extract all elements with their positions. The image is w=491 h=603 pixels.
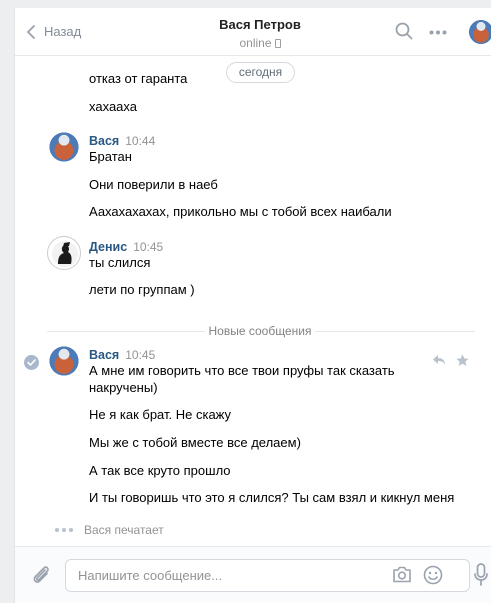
avatar[interactable] — [47, 344, 81, 378]
message-text: Не я как брат. Не скажу — [89, 407, 232, 422]
message-author: Вася 10:45 — [89, 348, 156, 362]
mobile-icon — [274, 39, 281, 48]
message-time: 10:45 — [133, 240, 164, 254]
back-label: Назад — [44, 24, 82, 39]
typing-indicator: Вася печатает — [55, 523, 164, 537]
message-text: лети по группам ) — [89, 282, 195, 297]
divider-line — [315, 331, 475, 332]
reply-icon[interactable] — [432, 354, 446, 366]
divider-line — [47, 331, 207, 332]
message-composer — [15, 546, 491, 603]
chat-header: Назад Вася Петров online — [15, 8, 491, 56]
emoji-icon[interactable] — [423, 565, 443, 585]
more-icon[interactable] — [429, 30, 447, 35]
message-text: отказ от гаранта — [89, 71, 188, 86]
avatar[interactable] — [47, 130, 81, 164]
chat-window: Назад Вася Петров online сегодня отказ о… — [14, 8, 491, 603]
typing-dots-icon — [55, 528, 73, 532]
message-author: Вася 10:44 — [89, 134, 156, 148]
camera-icon[interactable] — [392, 566, 412, 583]
header-avatar[interactable] — [467, 18, 491, 46]
message-text: Братан — [89, 149, 132, 164]
back-button[interactable]: Назад — [27, 24, 81, 39]
online-status: online — [165, 36, 355, 50]
message-text: Аахахахахах, прикольно мы с тобой всех н… — [89, 204, 392, 219]
search-icon[interactable] — [395, 22, 413, 40]
message-text: Они поверили в наеб — [89, 177, 218, 192]
message-text: хахааха — [89, 99, 137, 114]
message-text: И ты говоришь что это я слился? Ты сам в… — [89, 490, 455, 505]
star-icon[interactable] — [456, 354, 469, 367]
message-time: 10:44 — [125, 134, 156, 148]
message-text: Мы же с тобой вместе все делаем) — [89, 435, 301, 450]
chat-title[interactable]: Вася Петров — [165, 17, 355, 32]
message-time: 10:45 — [125, 348, 156, 362]
avatar[interactable] — [47, 236, 81, 270]
date-separator: сегодня — [226, 62, 295, 83]
attach-icon[interactable] — [31, 564, 51, 586]
microphone-icon[interactable] — [474, 563, 488, 587]
message-text: ты слился — [89, 255, 151, 270]
message-text: А мне им говорить что все твои пруфы так… — [89, 363, 395, 378]
silhouette-icon — [52, 241, 78, 267]
message-author: Денис 10:45 — [89, 240, 164, 254]
check-icon[interactable] — [24, 355, 39, 370]
message-text: А так все круто прошло — [89, 463, 231, 478]
message-text: накручены) — [89, 380, 158, 395]
new-messages-divider: Новые сообщения — [205, 324, 315, 338]
chevron-left-icon — [27, 24, 35, 39]
